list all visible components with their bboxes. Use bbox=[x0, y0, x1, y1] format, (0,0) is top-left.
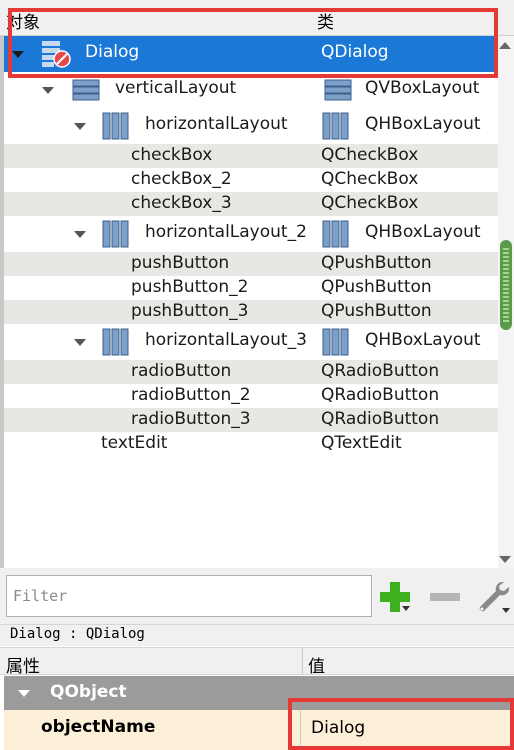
tree-item-name: pushButton bbox=[131, 253, 230, 273]
tree-row-checkbox-3[interactable]: checkBox_3 QCheckBox bbox=[4, 192, 498, 216]
wrench-settings-icon[interactable] bbox=[474, 578, 512, 616]
tree-row-horizontallayout-3[interactable]: horizontalLayout_3 QHBoxLayout bbox=[4, 324, 498, 360]
vbox-layout-icon bbox=[324, 79, 352, 101]
tree-row-horizontallayout-2[interactable]: horizontalLayout_2 QHBoxLayout bbox=[4, 216, 498, 252]
tree-item-class: QPushButton bbox=[321, 253, 432, 273]
highlight-box-object-name-value bbox=[288, 698, 514, 750]
tree-item-class: QRadioButton bbox=[321, 409, 440, 429]
hbox-layout-icon bbox=[102, 328, 129, 356]
tree-item-name: pushButton_2 bbox=[131, 277, 249, 297]
tree-item-class: QCheckBox bbox=[321, 169, 419, 189]
filter-input[interactable] bbox=[6, 575, 372, 617]
tree-item-name: checkBox_2 bbox=[131, 169, 232, 189]
property-editor-header: 属性 值 bbox=[0, 647, 514, 677]
scroll-down-arrow-icon[interactable] bbox=[499, 556, 511, 563]
expand-arrow-icon[interactable] bbox=[42, 87, 54, 94]
tree-item-name: radioButton_2 bbox=[131, 385, 251, 405]
tree-row-pushbutton[interactable]: pushButton QPushButton bbox=[4, 252, 498, 276]
tree-item-class: QHBoxLayout bbox=[365, 330, 481, 350]
tree-item-class: QVBoxLayout bbox=[365, 78, 480, 98]
property-group-label: QObject bbox=[50, 682, 127, 702]
tree-row-radiobutton-3[interactable]: radioButton_3 QRadioButton bbox=[4, 408, 498, 432]
tree-row-radiobutton[interactable]: radioButton QRadioButton bbox=[4, 360, 498, 384]
collapse-arrow-icon[interactable] bbox=[18, 690, 30, 697]
tree-item-class: QRadioButton bbox=[321, 385, 440, 405]
vbox-layout-icon bbox=[72, 79, 100, 101]
tree-item-class: QCheckBox bbox=[321, 145, 419, 165]
hbox-layout-icon bbox=[322, 328, 349, 356]
tree-item-class: QHBoxLayout bbox=[365, 114, 481, 134]
tree-item-name: horizontalLayout bbox=[145, 114, 288, 134]
property-name: objectName bbox=[41, 717, 156, 737]
tree-item-name: textEdit bbox=[101, 433, 168, 453]
highlight-box-selected-object bbox=[8, 8, 498, 78]
value-column-header[interactable]: 值 bbox=[308, 652, 325, 677]
add-dynamic-property-button[interactable] bbox=[378, 580, 412, 614]
expand-arrow-icon[interactable] bbox=[74, 339, 86, 346]
scroll-up-arrow-icon[interactable] bbox=[499, 42, 511, 49]
expand-arrow-icon[interactable] bbox=[74, 123, 86, 130]
tree-item-name: checkBox bbox=[131, 145, 213, 165]
tree-item-class: QTextEdit bbox=[321, 433, 402, 453]
hbox-layout-icon bbox=[102, 112, 129, 140]
hbox-layout-icon bbox=[102, 220, 129, 248]
tree-row-checkbox-2[interactable]: checkBox_2 QCheckBox bbox=[4, 168, 498, 192]
tree-item-class: QCheckBox bbox=[321, 193, 419, 213]
scrollbar-thumb[interactable] bbox=[500, 240, 512, 330]
tree-row-horizontallayout[interactable]: horizontalLayout QHBoxLayout bbox=[4, 108, 498, 144]
tree-item-name: horizontalLayout_2 bbox=[145, 222, 307, 242]
tree-row-radiobutton-2[interactable]: radioButton_2 QRadioButton bbox=[4, 384, 498, 408]
property-column-header[interactable]: 属性 bbox=[6, 652, 40, 677]
tree-item-name: radioButton_3 bbox=[131, 409, 251, 429]
tree-item-name: radioButton bbox=[131, 361, 232, 381]
tree-item-class: QRadioButton bbox=[321, 361, 440, 381]
tree-row-checkbox[interactable]: checkBox QCheckBox bbox=[4, 144, 498, 168]
object-tree: Dialog QDialog verticalLayout QVBoxLayou… bbox=[4, 36, 498, 568]
column-divider[interactable] bbox=[302, 647, 303, 675]
tree-item-name: pushButton_3 bbox=[131, 301, 249, 321]
tree-row-pushbutton-2[interactable]: pushButton_2 QPushButton bbox=[4, 276, 498, 300]
tree-item-name: verticalLayout bbox=[115, 78, 237, 98]
tree-item-class: QPushButton bbox=[321, 277, 432, 297]
tree-row-pushbutton-3[interactable]: pushButton_3 QPushButton bbox=[4, 300, 498, 324]
tree-item-name: checkBox_3 bbox=[131, 193, 232, 213]
tree-item-name: horizontalLayout_3 bbox=[145, 330, 307, 350]
tree-item-class: QPushButton bbox=[321, 301, 432, 321]
tree-row-textedit[interactable]: textEdit QTextEdit bbox=[4, 432, 498, 456]
hbox-layout-icon bbox=[322, 220, 349, 248]
selected-object-status: Dialog : QDialog bbox=[0, 624, 514, 646]
expand-arrow-icon[interactable] bbox=[74, 231, 86, 238]
tree-item-class: QHBoxLayout bbox=[365, 222, 481, 242]
remove-property-button[interactable] bbox=[428, 580, 462, 614]
hbox-layout-icon bbox=[322, 112, 349, 140]
